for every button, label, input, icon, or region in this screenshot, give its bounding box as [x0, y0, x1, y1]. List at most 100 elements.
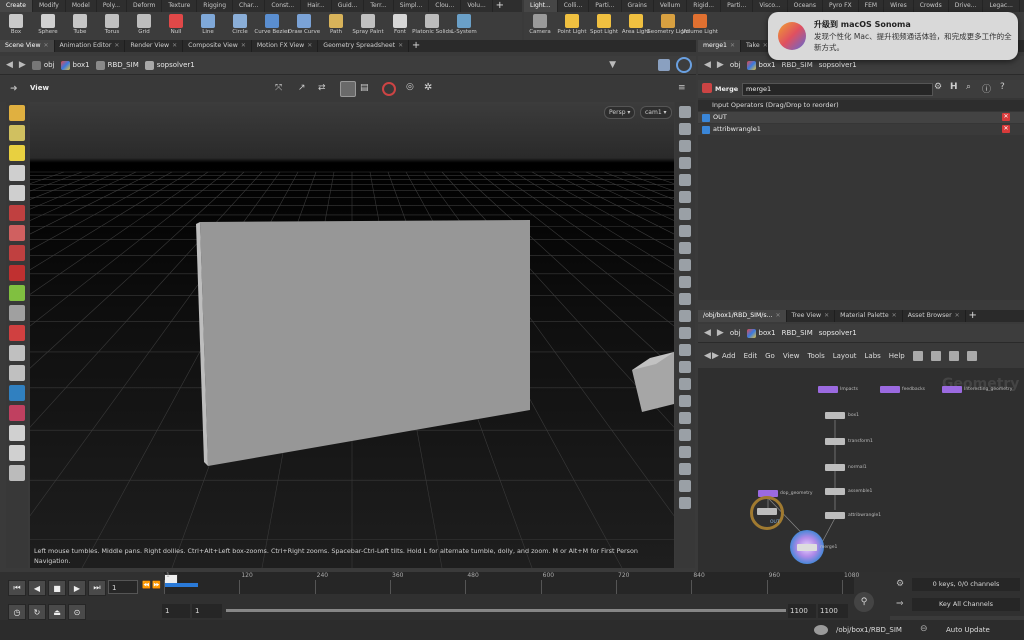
viewport[interactable]: Persp ▾ cam1 ▾ Left mouse tumbles. Middl… [30, 102, 674, 568]
options-icon[interactable]: ⊙ [68, 604, 86, 620]
tool-area-light[interactable]: Area Light [620, 12, 652, 40]
viewer-menu-icon[interactable]: ≡ [678, 83, 686, 93]
network-menu-help[interactable]: Help [889, 352, 905, 360]
close-icon[interactable]: ✕ [892, 310, 897, 322]
input-row[interactable]: OUT ✕ [698, 112, 1024, 123]
no-render-icon[interactable] [382, 82, 396, 96]
back-arrow-icon[interactable]: ◀ [704, 60, 711, 70]
network-menu-tools[interactable]: Tools [807, 352, 824, 360]
tool-null[interactable]: Null [160, 12, 192, 40]
camera-dolly-icon[interactable]: ⇄ [318, 83, 326, 93]
persp-menu[interactable]: Persp ▾ [604, 106, 636, 119]
render-icon[interactable] [9, 445, 25, 461]
camera-lock-icon[interactable] [340, 81, 356, 97]
shelf-tab[interactable]: Legac... [983, 0, 1020, 12]
forward-arrow-icon[interactable]: ▶ [19, 60, 26, 70]
display-option-icon[interactable] [679, 344, 691, 356]
snapshot-icon[interactable]: ◎ [406, 82, 414, 92]
tool-platonic-solids[interactable]: Platonic Solids [412, 12, 452, 40]
curve-icon[interactable] [9, 345, 25, 361]
realtime-icon[interactable]: ◷ [8, 604, 26, 620]
crumb-box1[interactable]: box1 [60, 60, 90, 70]
path-dropdown-icon[interactable]: ▼ [609, 60, 616, 70]
info-icon[interactable]: ⓘ [982, 82, 991, 95]
network-menu-edit[interactable]: Edit [744, 352, 758, 360]
tool-sphere[interactable]: Sphere [32, 12, 64, 40]
camera-menu-icon[interactable]: ▤ [360, 83, 369, 93]
rotate-icon[interactable] [9, 225, 25, 241]
add-tab-icon[interactable]: + [493, 0, 507, 12]
crumb-box1[interactable]: box1 [746, 328, 776, 338]
crumb-box1[interactable]: box1 [746, 60, 776, 70]
display-option-icon[interactable] [679, 480, 691, 492]
shelf-tab[interactable]: Texture [162, 0, 198, 12]
shelf-tab[interactable]: Wires [884, 0, 914, 12]
camera-menu[interactable]: cam1 ▾ [640, 106, 672, 119]
back-arrow-icon[interactable]: ◀ [6, 60, 13, 70]
display-option-icon[interactable] [679, 310, 691, 322]
crumb-rbd-sim[interactable]: RBD_SIM [782, 329, 813, 337]
key-icon[interactable]: ⚲ [854, 592, 874, 612]
shelf-tab[interactable]: Hair... [301, 0, 332, 12]
display-option-icon[interactable] [679, 463, 691, 475]
tool-draw-curve[interactable]: Draw Curve [288, 12, 320, 40]
attribwrangle-node[interactable] [825, 512, 845, 519]
shelf-tab[interactable]: Clou... [429, 0, 462, 12]
remove-input-icon[interactable]: ✕ [1002, 125, 1010, 133]
brush-icon[interactable] [9, 425, 25, 441]
shelf-tab[interactable]: Colli... [558, 0, 590, 12]
range-start-field[interactable]: 1 [162, 604, 190, 618]
stop-icon[interactable]: ■ [48, 580, 66, 596]
display-option-icon[interactable] [679, 276, 691, 288]
shelf-tab[interactable]: Rigid... [687, 0, 722, 12]
display-option-icon[interactable] [679, 191, 691, 203]
add-tab-icon[interactable]: + [409, 40, 423, 52]
forward-arrow-icon[interactable]: ▶ [717, 328, 724, 338]
forward-arrow-icon[interactable]: ▶ [717, 60, 724, 70]
lock-icon[interactable] [9, 185, 25, 201]
network-editor[interactable]: Geometry Impacts feedbacks Interesting_g… [698, 368, 1024, 572]
shelf-tab[interactable]: Modify [33, 0, 66, 12]
display-options-icon[interactable]: ✲ [424, 82, 432, 93]
select-icon[interactable] [9, 105, 25, 121]
display-option-icon[interactable] [679, 446, 691, 458]
play-reverse-icon[interactable]: ◀ [28, 580, 46, 596]
view-cube-icon[interactable] [9, 385, 25, 401]
shelf-tab[interactable]: FEM [859, 0, 885, 12]
close-icon[interactable]: ✕ [955, 310, 960, 322]
sphere-tool-icon[interactable] [9, 405, 25, 421]
shelf-tab[interactable]: Vellum [654, 0, 688, 12]
crumb-rbd-sim[interactable]: RBD_SIM [95, 60, 139, 70]
node-name-field[interactable]: merge1 [742, 83, 933, 96]
shelf-tab[interactable]: Parti... [721, 0, 754, 12]
crumb-obj[interactable]: obj [730, 329, 741, 337]
visible-end-field[interactable]: 1100 [788, 604, 816, 618]
tool-curve-bezier[interactable]: Curve Bezier [254, 12, 290, 40]
step-forward-icon[interactable]: ⏩ [152, 581, 161, 589]
shelf-tab[interactable]: Visco... [753, 0, 788, 12]
tool-volume-light[interactable]: Volume Light [682, 12, 718, 40]
camera-tumble-icon[interactable]: ↗ [298, 83, 306, 93]
view-arrow-icon[interactable]: ➜ [10, 84, 18, 94]
camera-move-icon[interactable]: ⤧ [275, 83, 282, 93]
jump-start-icon[interactable]: ⏮ [8, 580, 26, 596]
pane-tab[interactable]: Tree View ✕ [787, 310, 836, 322]
update-mode-icon[interactable]: ⊖ [920, 624, 928, 634]
tool-circle[interactable]: Circle [224, 12, 256, 40]
snap-icon[interactable] [9, 285, 25, 301]
shelf-tab[interactable]: Char... [233, 0, 266, 12]
display-option-icon[interactable] [679, 395, 691, 407]
network-menu-labs[interactable]: Labs [865, 352, 881, 360]
pane-tab[interactable]: Scene View ✕ [0, 40, 55, 52]
close-icon[interactable]: ✕ [763, 40, 768, 52]
close-icon[interactable]: ✕ [241, 40, 246, 52]
network-menu-layout[interactable]: Layout [833, 352, 857, 360]
tool-box[interactable]: Box [0, 12, 32, 40]
close-icon[interactable]: ✕ [307, 40, 312, 52]
close-icon[interactable]: ✕ [730, 40, 735, 52]
help-question-icon[interactable]: ? [1000, 82, 1005, 92]
auto-update-label[interactable]: Auto Update [946, 626, 990, 634]
close-icon[interactable]: ✕ [776, 310, 781, 322]
display-option-icon[interactable] [679, 429, 691, 441]
forward-arrow-icon[interactable]: ▶ [712, 351, 719, 361]
